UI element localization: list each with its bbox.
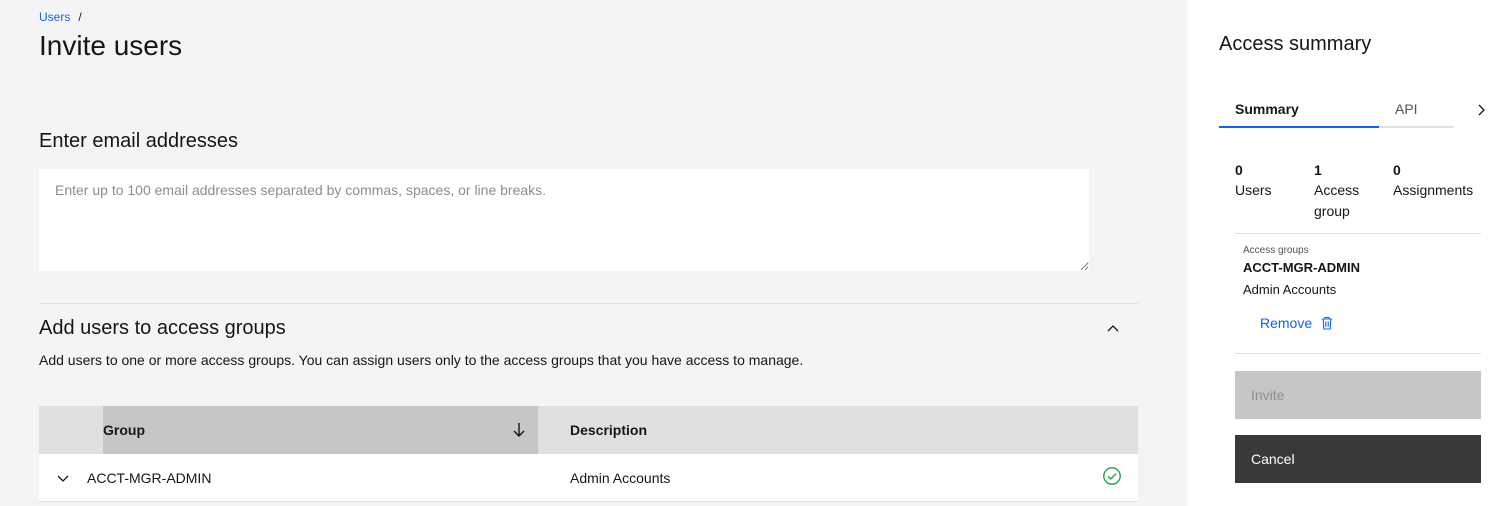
- tab-api[interactable]: API: [1379, 92, 1454, 128]
- stat-users-value: 0: [1235, 162, 1243, 178]
- row-group-name: ACCT-MGR-ADMIN: [87, 470, 212, 486]
- cancel-button[interactable]: Cancel: [1235, 435, 1481, 483]
- stat-assignments-value: 0: [1393, 162, 1401, 178]
- tabs-scroll-next-button[interactable]: [1466, 92, 1495, 128]
- tab-summary[interactable]: Summary: [1219, 92, 1379, 128]
- stat-access-group-label: Access group: [1314, 182, 1360, 219]
- stat-users: 0 Users: [1235, 160, 1305, 201]
- access-summary-panel: Access summary Summary API 0 Users 1 Acc…: [1187, 0, 1495, 506]
- stat-access-group: 1 Access group: [1314, 160, 1374, 222]
- breadcrumb-link-users[interactable]: Users: [39, 10, 70, 24]
- checkmark-circle-icon: [1103, 467, 1121, 485]
- summary-tabs: Summary API: [1219, 92, 1495, 128]
- email-addresses-input[interactable]: [39, 169, 1089, 271]
- chevron-up-icon[interactable]: [1104, 320, 1122, 338]
- access-groups-table: Group Description ACCT-MGR-ADMIN Admin A…: [39, 406, 1138, 502]
- main-content: Users / Invite users Enter email address…: [0, 0, 1187, 506]
- access-groups-heading: Add users to access groups: [39, 317, 286, 339]
- summary-group-description: Admin Accounts: [1243, 282, 1337, 297]
- chevron-down-icon[interactable]: [55, 470, 71, 486]
- page-title: Invite users: [39, 30, 183, 61]
- invite-button[interactable]: Invite: [1235, 371, 1481, 419]
- stat-assignments: 0 Assignments: [1393, 160, 1485, 201]
- remove-access-group-button[interactable]: Remove: [1260, 315, 1334, 331]
- stat-access-group-value: 1: [1314, 162, 1322, 178]
- email-section-heading: Enter email addresses: [39, 130, 238, 152]
- trash-icon: [1322, 316, 1333, 330]
- table-header: Group Description: [39, 406, 1138, 454]
- selected-access-group-summary: Access groups ACCT-MGR-ADMIN Admin Accou…: [1235, 233, 1481, 354]
- summary-stats: 0 Users 1 Access group 0 Assignments: [1235, 160, 1485, 230]
- stat-users-label: Users: [1235, 182, 1272, 198]
- table-row[interactable]: ACCT-MGR-ADMIN Admin Accounts: [39, 454, 1138, 502]
- remove-label: Remove: [1260, 315, 1313, 331]
- row-group-description: Admin Accounts: [570, 470, 671, 486]
- column-header-description[interactable]: Description: [570, 406, 647, 454]
- summary-section-label: Access groups: [1243, 245, 1309, 256]
- section-divider: [39, 303, 1138, 304]
- stat-assignments-label: Assignments: [1393, 182, 1474, 198]
- summary-group-name: ACCT-MGR-ADMIN: [1243, 260, 1360, 275]
- panel-title: Access summary: [1219, 33, 1372, 55]
- chevron-right-icon: [1478, 104, 1485, 116]
- column-header-group-label: Group: [103, 422, 145, 438]
- breadcrumb-separator: /: [78, 10, 82, 24]
- column-header-group[interactable]: Group: [103, 406, 538, 454]
- sort-arrow-down-icon: [513, 423, 525, 437]
- access-groups-description: Add users to one or more access groups. …: [39, 352, 804, 368]
- breadcrumb: Users /: [39, 10, 82, 24]
